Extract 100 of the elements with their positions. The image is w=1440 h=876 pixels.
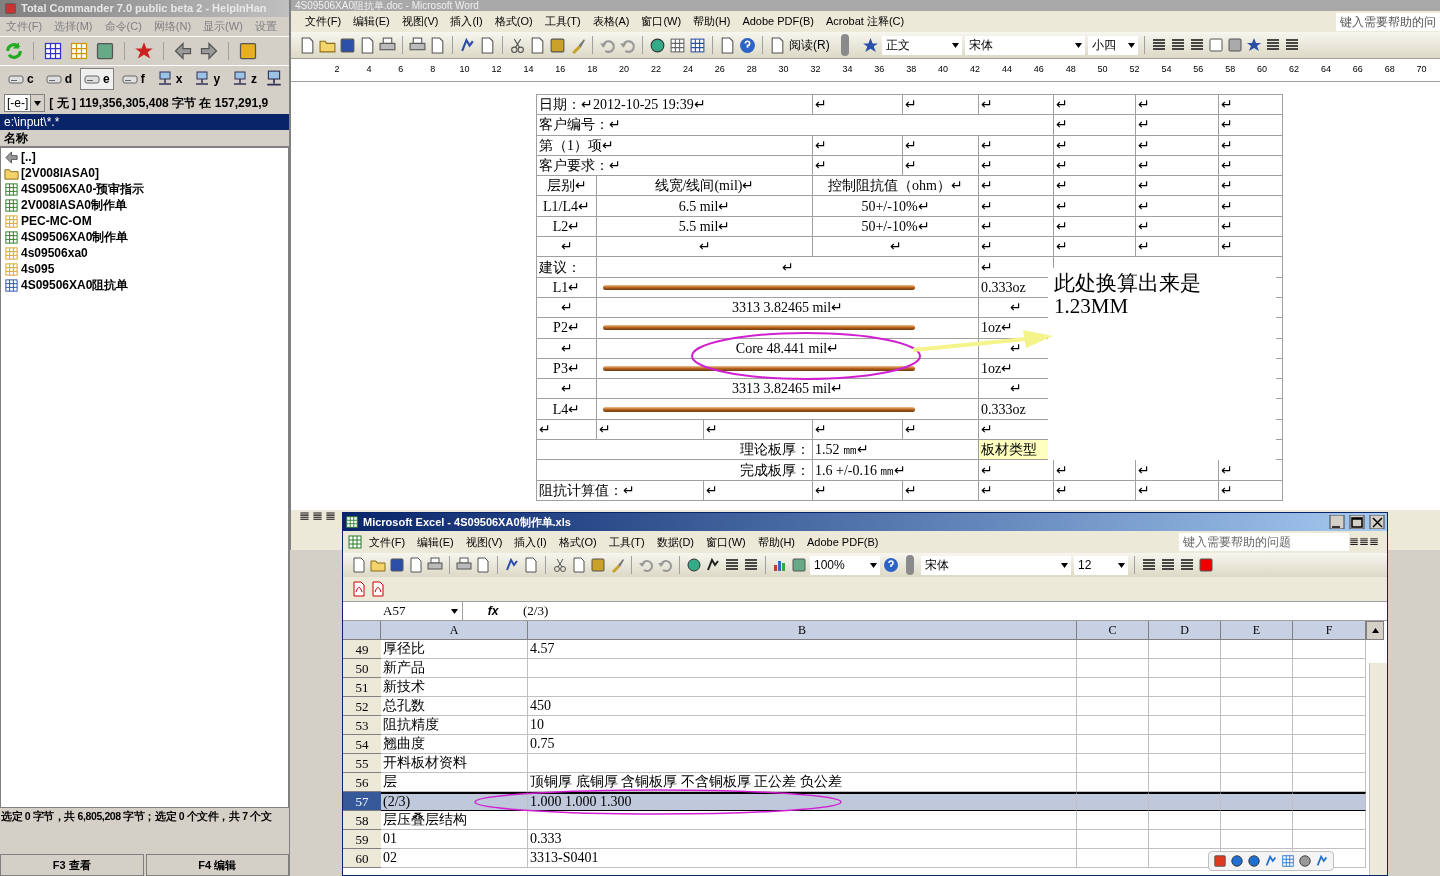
menu-item[interactable]: 插入(I) (508, 533, 553, 551)
menu-item[interactable]: 帮助(H) (751, 533, 801, 551)
drive-button[interactable]: e (80, 68, 114, 90)
scroll-up-button[interactable] (1366, 621, 1384, 640)
menu-item[interactable]: 编辑(E) (347, 13, 396, 30)
drive-button[interactable]: f (117, 68, 149, 90)
column-header[interactable]: F (1293, 621, 1366, 640)
menu-item[interactable]: 窗口(W) (700, 533, 752, 551)
network-icon[interactable] (265, 70, 284, 88)
column-header[interactable]: B (528, 621, 1077, 640)
toolbar-grip[interactable] (906, 555, 914, 575)
drive-button[interactable]: c (4, 68, 38, 90)
help-icon[interactable] (883, 557, 899, 573)
row-header[interactable]: 55 (343, 754, 381, 773)
column-header[interactable]: D (1149, 621, 1221, 640)
drive-dropdown[interactable]: [-e-] (4, 94, 46, 112)
column-header[interactable]: C (1077, 621, 1149, 640)
forward-arrow-icon[interactable] (199, 41, 219, 61)
row-header[interactable]: 60 (343, 849, 381, 868)
open-folder-icon[interactable] (370, 557, 386, 573)
maximize-button[interactable] (1349, 515, 1365, 529)
align-icon[interactable] (1264, 37, 1281, 53)
dropdown-arrow-icon[interactable] (951, 42, 959, 48)
menu-item[interactable]: 数据(D) (650, 533, 700, 551)
font-dropdown[interactable]: 宋体 (964, 35, 1085, 55)
formula-field[interactable]: (2/3) (523, 601, 549, 621)
menu-item[interactable]: 格式(O) (552, 533, 603, 551)
dropdown-arrow-icon[interactable] (870, 562, 877, 568)
file-name[interactable]: 2V008IASA0制作单 (21, 196, 128, 214)
vertical-scrollbar[interactable] (1369, 663, 1387, 875)
close-button[interactable] (1369, 515, 1385, 529)
drive-button[interactable]: z (228, 68, 262, 90)
help-search-field[interactable]: 键入需要帮助的问题 (1179, 533, 1349, 551)
dropdown-arrow-icon[interactable] (34, 100, 42, 106)
menu-item[interactable]: 格式(O) (488, 13, 539, 30)
print-icon[interactable] (456, 557, 472, 573)
pdf-icon[interactable] (370, 581, 386, 597)
column-header[interactable]: A (381, 621, 528, 640)
font-size-dropdown[interactable]: 小四 (1087, 35, 1138, 55)
network-drive-icon[interactable] (194, 71, 211, 87)
menu-item[interactable]: 文件(F) (363, 533, 412, 551)
file-name[interactable]: 4S09506XA0-预审指示 (21, 180, 145, 198)
up-arrow-icon[interactable] (1371, 628, 1379, 633)
drive-button[interactable]: x (152, 68, 187, 90)
zoom-dropdown[interactable]: 100% (810, 555, 880, 575)
file-name[interactable]: 4s095 (21, 260, 55, 278)
network-drive-icon[interactable] (156, 71, 173, 87)
grid-view-icon[interactable] (43, 41, 63, 61)
file-name[interactable]: PEC-MC-OM (21, 212, 92, 230)
pdf-icon[interactable] (351, 581, 367, 597)
drive-button[interactable]: d (41, 68, 77, 90)
column-header[interactable]: E (1221, 621, 1293, 640)
dropdown-arrow-icon[interactable] (1074, 42, 1082, 48)
help-search-field[interactable]: 键入需要帮助的问 (1336, 12, 1440, 31)
toolbar-grip[interactable] (840, 34, 849, 56)
align-justify-icon[interactable] (1283, 37, 1300, 53)
menu-item[interactable]: Adobe PDF(B) (801, 533, 885, 551)
menu-item[interactable]: 视图(V) (459, 533, 509, 551)
select-all-button[interactable] (343, 621, 381, 640)
insert-table-icon[interactable] (689, 36, 706, 54)
spreadsheet-file-icon[interactable] (4, 229, 19, 245)
menu-item[interactable]: 帮助(H) (687, 13, 737, 30)
cut-icon[interactable] (552, 557, 568, 573)
star-icon[interactable] (134, 41, 154, 61)
menu-item[interactable]: 窗口(W) (635, 13, 688, 30)
spreadsheet-file-icon[interactable] (4, 197, 19, 213)
menu-item[interactable]: Adobe PDF(B) (736, 13, 820, 30)
menu-item[interactable]: Acrobat 注释(C) (819, 13, 911, 30)
menu-item[interactable]: 插入(I) (444, 13, 489, 30)
read-button[interactable]: 阅读(R) (789, 36, 830, 54)
menu-item[interactable]: 编辑(E) (411, 533, 460, 551)
cut-icon[interactable] (509, 36, 526, 54)
back-arrow-icon[interactable] (173, 41, 193, 61)
file-name[interactable]: [2V008IASA0] (21, 164, 100, 182)
column-header[interactable]: 名称 (0, 130, 289, 147)
up-arrow-icon[interactable] (4, 149, 19, 165)
spreadsheet-file-icon[interactable] (4, 181, 19, 197)
list-view-icon[interactable] (69, 41, 89, 61)
dropdown-arrow-icon[interactable] (1118, 562, 1125, 568)
new-document-icon[interactable] (299, 36, 316, 54)
new-document-icon[interactable] (351, 557, 367, 573)
dropdown-arrow-icon[interactable] (1061, 562, 1068, 568)
file-name[interactable]: 4S09506XA0制作单 (21, 228, 129, 246)
dropdown-arrow-icon[interactable] (1127, 42, 1135, 48)
network-drive-icon[interactable] (232, 71, 249, 87)
menu-item[interactable]: 表格(A) (586, 13, 636, 30)
menu-item[interactable]: 工具(T) (602, 533, 651, 551)
dropdown-button[interactable] (30, 95, 45, 111)
menu-item[interactable]: 文件(F) (299, 13, 348, 30)
row-header[interactable]: 56 (343, 773, 381, 792)
style-dropdown[interactable]: 正文 (881, 35, 962, 55)
minimize-button[interactable] (1329, 515, 1345, 529)
row-header[interactable]: 50 (343, 659, 381, 678)
row-header[interactable]: 54 (343, 735, 381, 754)
menu-item[interactable]: 工具(T) (538, 13, 587, 30)
dropdown-arrow-icon[interactable] (451, 608, 458, 614)
name-box[interactable]: A57 (343, 602, 463, 620)
drive-button[interactable]: y (190, 68, 225, 90)
file-name[interactable]: 4S09506XA0阻抗单 (21, 276, 129, 294)
row-header[interactable]: 53 (343, 716, 381, 735)
